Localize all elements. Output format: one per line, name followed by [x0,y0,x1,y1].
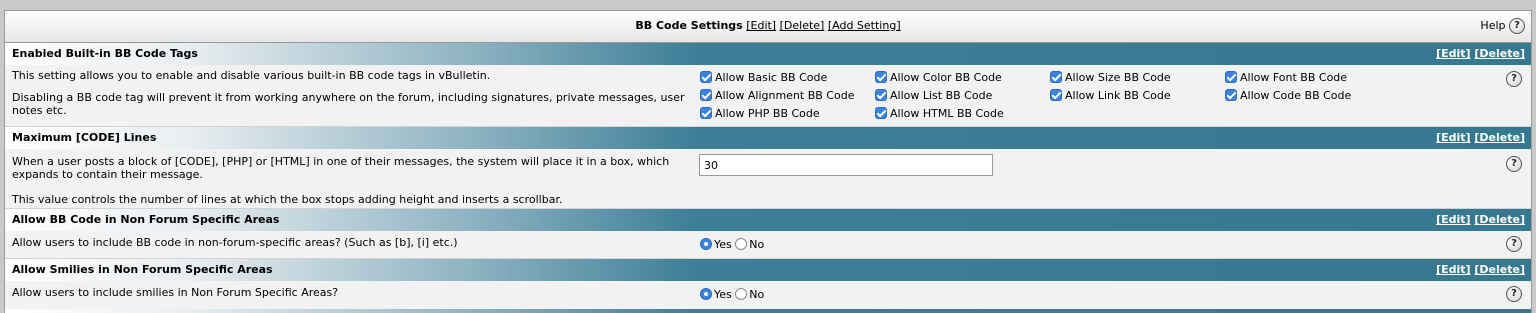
section-actions: [Edit] [Delete] [1436,259,1525,281]
description-text: This setting allows you to enable and di… [12,69,491,82]
description-text-2: This value controls the number of lines … [12,193,563,206]
add-setting-link[interactable]: [Add Setting] [828,19,901,32]
checkbox-html[interactable]: Allow HTML BB Code [875,107,1004,121]
radio-selected-icon[interactable] [700,238,712,250]
help-button[interactable]: Help ? [1480,18,1525,34]
help-icon[interactable]: ? [1506,71,1522,87]
checkbox-color[interactable]: Allow Color BB Code [875,71,1002,85]
radio-yes[interactable]: Yes [700,238,732,251]
edit-setting-link[interactable]: [Edit] [1436,131,1470,144]
checkbox-php[interactable]: Allow PHP BB Code [700,107,820,121]
section-header-smilies-non-forum: Allow Smilies in Non Forum Specific Area… [5,259,1531,281]
setting-row-smilies-non-forum: Allow users to include smilies in Non Fo… [5,281,1531,309]
section-title: Allow Smilies in Non Forum Specific Area… [12,263,273,276]
setting-description: When a user posts a block of [CODE], [PH… [12,155,692,206]
radio-no[interactable]: No [735,238,764,251]
section-title: Enabled Built-in BB Code Tags [12,47,198,60]
radio-selected-icon[interactable] [700,288,712,300]
help-label: Help [1480,19,1506,32]
description-text: When a user posts a block of [CODE], [PH… [12,155,670,181]
section-header-next [5,309,1531,313]
section-title: Maximum [CODE] Lines [12,131,157,144]
radio-yes[interactable]: Yes [700,288,732,301]
yes-no-radio-group: Yes No [700,238,764,252]
delete-group-link[interactable]: [Delete] [780,19,825,32]
checkbox-checked-icon[interactable] [700,89,712,101]
help-icon[interactable]: ? [1506,286,1522,302]
checkbox-checked-icon[interactable] [1050,71,1062,83]
checkbox-checked-icon[interactable] [875,107,887,119]
checkbox-list[interactable]: Allow List BB Code [875,89,992,103]
edit-group-link[interactable]: [Edit] [746,19,776,32]
setting-description: Allow users to include smilies in Non Fo… [12,286,339,299]
checkbox-checked-icon[interactable] [1050,89,1062,101]
setting-row-max-code-lines: When a user posts a block of [CODE], [PH… [5,149,1531,209]
delete-setting-link[interactable]: [Delete] [1474,131,1525,144]
checkbox-checked-icon[interactable] [1225,89,1237,101]
checkbox-font[interactable]: Allow Font BB Code [1225,71,1347,85]
radio-unselected-icon[interactable] [735,238,748,250]
help-icon[interactable]: ? [1506,236,1522,252]
checkbox-alignment[interactable]: Allow Alignment BB Code [700,89,854,103]
radio-no[interactable]: No [735,288,764,301]
section-actions: [Edit] [Delete] [1436,209,1525,231]
yes-no-radio-group: Yes No [700,288,764,302]
checkbox-checked-icon[interactable] [875,89,887,101]
delete-setting-link[interactable]: [Delete] [1474,263,1525,276]
max-code-lines-input[interactable] [699,154,993,176]
checkbox-basic[interactable]: Allow Basic BB Code [700,71,827,85]
section-header-max-code-lines: Maximum [CODE] Lines [Edit] [Delete] [5,127,1531,149]
help-icon[interactable]: ? [1509,18,1525,34]
radio-unselected-icon[interactable] [735,288,748,300]
checkbox-checked-icon[interactable] [700,107,712,119]
panel-title: BB Code Settings [635,19,743,32]
section-header-enabled-tags: Enabled Built-in BB Code Tags [Edit] [De… [5,43,1531,65]
setting-description: Allow users to include BB code in non-fo… [12,236,458,249]
checkbox-link[interactable]: Allow Link BB Code [1050,89,1171,103]
setting-description: This setting allows you to enable and di… [12,69,692,117]
help-icon[interactable]: ? [1506,156,1522,172]
checkbox-size[interactable]: Allow Size BB Code [1050,71,1171,85]
setting-row-bbcode-non-forum: Allow users to include BB code in non-fo… [5,231,1531,259]
checkbox-code[interactable]: Allow Code BB Code [1225,89,1351,103]
edit-setting-link[interactable]: [Edit] [1436,213,1470,226]
panel-title-bar: BB Code Settings [Edit] [Delete] [Add Se… [5,11,1531,43]
delete-setting-link[interactable]: [Delete] [1474,213,1525,226]
description-text-2: Disabling a BB code tag will prevent it … [12,91,685,117]
section-actions: [Edit] [Delete] [1436,127,1525,149]
checkbox-checked-icon[interactable] [1225,71,1237,83]
delete-setting-link[interactable]: [Delete] [1474,47,1525,60]
checkbox-checked-icon[interactable] [700,71,712,83]
section-header-bbcode-non-forum: Allow BB Code in Non Forum Specific Area… [5,209,1531,231]
section-title: Allow BB Code in Non Forum Specific Area… [12,213,280,226]
checkbox-checked-icon[interactable] [875,71,887,83]
section-actions: [Edit] [Delete] [1436,43,1525,65]
settings-panel: BB Code Settings [Edit] [Delete] [Add Se… [4,10,1532,313]
edit-setting-link[interactable]: [Edit] [1436,47,1470,60]
edit-setting-link[interactable]: [Edit] [1436,263,1470,276]
setting-row-enabled-tags: This setting allows you to enable and di… [5,65,1531,127]
